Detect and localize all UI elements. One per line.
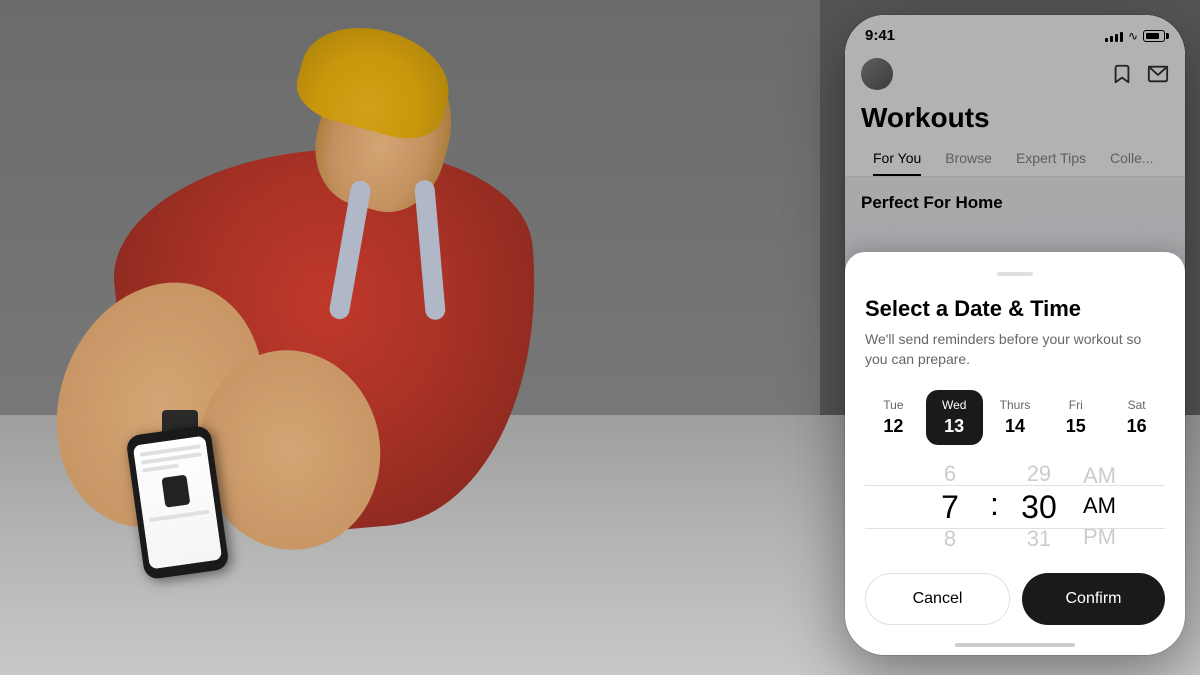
phone-mockup: 9:41 ∿ Workouts: [845, 15, 1185, 655]
modal-buttons: Cancel Confirm: [865, 573, 1165, 625]
date-time-modal: Select a Date & Time We'll send reminder…: [845, 252, 1185, 655]
day-item-tue[interactable]: Tue 12: [865, 390, 922, 445]
day-name-sat: Sat: [1128, 398, 1146, 412]
day-num-tue: 12: [883, 416, 903, 437]
phone-screen-content: [133, 436, 223, 570]
day-item-thurs[interactable]: Thurs 14: [987, 390, 1044, 445]
minute-above: 29: [1027, 461, 1051, 487]
day-name-wed: Wed: [942, 398, 966, 412]
phone-on-mat-screen: [133, 436, 223, 570]
day-num-thurs: 14: [1005, 416, 1025, 437]
time-picker[interactable]: 6 7 8 : 29 30 31 AM AM PM: [865, 461, 1165, 553]
confirm-button[interactable]: Confirm: [1022, 573, 1165, 625]
minute-selected: 30: [1021, 488, 1057, 526]
ampm-selected: AM: [1083, 491, 1116, 522]
ampm-below: PM: [1083, 522, 1116, 553]
minute-below: 31: [1027, 526, 1051, 552]
modal-subtitle: We'll send reminders before your workout…: [865, 330, 1165, 369]
day-item-wed[interactable]: Wed 13: [926, 390, 983, 445]
day-item-sat[interactable]: Sat 16: [1108, 390, 1165, 445]
hour-above: 6: [944, 461, 956, 487]
cancel-button[interactable]: Cancel: [865, 573, 1010, 625]
day-picker: Tue 12 Wed 13 Thurs 14 Fri 15 Sat 16: [865, 390, 1165, 445]
day-num-fri: 15: [1066, 416, 1086, 437]
time-colon: :: [990, 486, 999, 523]
minute-col: 29 30 31: [1003, 461, 1075, 552]
modal-title: Select a Date & Time: [865, 296, 1165, 322]
ampm-col: AM AM PM: [1083, 461, 1116, 553]
ampm-above: AM: [1083, 461, 1116, 492]
modal-handle: [997, 272, 1033, 276]
day-name-tue: Tue: [883, 398, 903, 412]
hour-below: 8: [944, 526, 956, 552]
day-item-fri[interactable]: Fri 15: [1047, 390, 1104, 445]
day-num-wed: 13: [944, 416, 964, 437]
hour-col: 6 7 8: [914, 461, 986, 552]
day-name-fri: Fri: [1069, 398, 1083, 412]
day-num-sat: 16: [1127, 416, 1147, 437]
home-indicator: [955, 643, 1075, 647]
hour-selected: 7: [941, 488, 959, 526]
day-name-thurs: Thurs: [1000, 398, 1031, 412]
